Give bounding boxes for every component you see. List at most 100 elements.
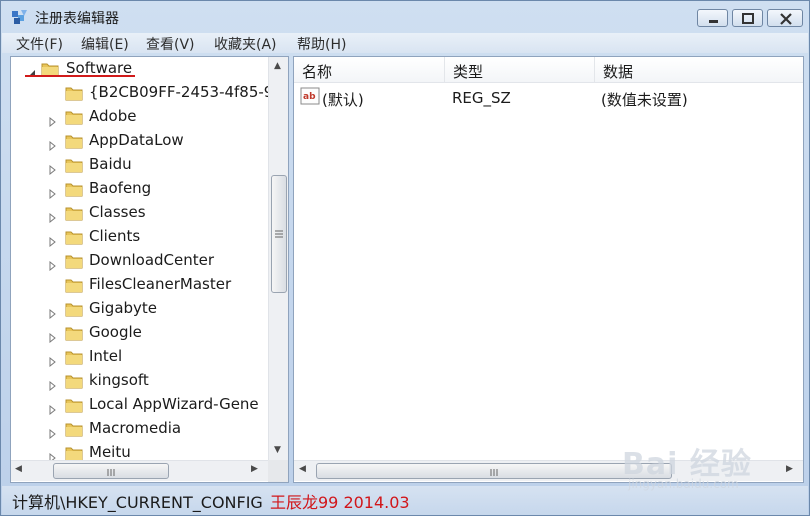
tree-vscroll-thumb[interactable] [271, 175, 287, 293]
tree-item[interactable]: AppDataLow [11, 129, 269, 153]
scroll-left-icon[interactable]: ◀ [15, 464, 22, 474]
menu-file[interactable]: 文件(F) [16, 34, 63, 54]
values-list-pane[interactable]: 名称 类型 数据 ab (默认) REG_SZ (数值未设置) ◀ ▶ [293, 56, 804, 483]
tree-item[interactable]: FilesCleanerMaster [11, 273, 269, 297]
folder-icon [65, 349, 83, 365]
key-tree-pane[interactable]: Software {B2CB09FF-2453-4f85-9 Adobe AppDat… [10, 56, 289, 483]
folder-icon [65, 85, 83, 101]
value-data: (数值未设置) [601, 91, 688, 109]
tree-vertical-scrollbar[interactable]: ▲ ▼ [268, 57, 288, 460]
collapsed-arrow-icon[interactable] [49, 184, 57, 200]
collapsed-arrow-icon[interactable] [49, 328, 57, 344]
tree-item-label: Adobe [89, 107, 137, 125]
scroll-right-icon[interactable]: ▶ [786, 464, 793, 474]
folder-icon [65, 373, 83, 389]
scroll-left-icon[interactable]: ◀ [299, 464, 306, 474]
tree-item-label: AppDataLow [89, 131, 184, 149]
tree-item[interactable]: Macromedia [11, 417, 269, 441]
regedit-window: 注册表编辑器 文件(F) 编辑(E) 查看(V) 收藏夹(A) 帮助(H) So… [0, 0, 810, 516]
collapsed-arrow-icon[interactable] [49, 232, 57, 248]
collapsed-arrow-icon[interactable] [49, 400, 57, 416]
folder-icon [65, 325, 83, 341]
tree-item-label: Meitu [89, 443, 131, 461]
red-underline [25, 75, 135, 77]
collapsed-arrow-icon[interactable] [49, 424, 57, 440]
tree-item[interactable]: Baidu [11, 153, 269, 177]
tree-item-label: Macromedia [89, 419, 182, 437]
folder-icon [65, 109, 83, 125]
tree-item-label: kingsoft [89, 371, 149, 389]
scroll-right-icon[interactable]: ▶ [251, 464, 258, 474]
svg-text:ab: ab [303, 92, 316, 102]
tree-item[interactable]: kingsoft [11, 369, 269, 393]
tree-item-label: Baidu [89, 155, 132, 173]
folder-icon [65, 205, 83, 221]
scroll-down-icon[interactable]: ▼ [274, 445, 281, 455]
author-signature: 王辰龙99 2014.03 [270, 493, 410, 512]
tree-item-label: Clients [89, 227, 141, 245]
tree-horizontal-scrollbar[interactable]: ◀ ▶ [11, 460, 268, 481]
folder-icon [65, 229, 83, 245]
value-name: (默认) [322, 91, 364, 109]
tree-item-label: Baofeng [89, 179, 152, 197]
folder-icon [65, 277, 83, 293]
tree-item[interactable]: Intel [11, 345, 269, 369]
scroll-up-icon[interactable]: ▲ [274, 61, 281, 71]
scrollbar-corner [268, 460, 288, 482]
collapsed-arrow-icon[interactable] [49, 112, 57, 128]
menu-help[interactable]: 帮助(H) [297, 34, 346, 54]
tree-item-label: Gigabyte [89, 299, 158, 317]
expanded-arrow-icon[interactable] [27, 64, 35, 77]
folder-icon [65, 133, 83, 149]
collapsed-arrow-icon[interactable] [49, 352, 57, 368]
window-title: 注册表编辑器 [35, 11, 119, 27]
tree-item-label: Local AppWizard-Gene [89, 395, 259, 413]
tree-item-label: Classes [89, 203, 146, 221]
string-value-icon: ab [300, 87, 320, 109]
status-path: 计算机\HKEY_CURRENT_CONFIG [12, 493, 263, 512]
collapsed-arrow-icon[interactable] [49, 304, 57, 320]
tree-item-software[interactable]: Software [11, 57, 269, 81]
folder-icon [65, 157, 83, 173]
column-header-data[interactable]: 数据 [595, 57, 803, 83]
folder-icon [65, 253, 83, 269]
tree-item-label: Google [89, 323, 142, 341]
column-header-name[interactable]: 名称 [294, 57, 445, 83]
maximize-button[interactable] [732, 9, 763, 27]
value-type: REG_SZ [452, 89, 511, 107]
tree-hscroll-thumb[interactable] [53, 463, 169, 479]
menu-bar: 文件(F) 编辑(E) 查看(V) 收藏夹(A) 帮助(H) [2, 33, 808, 53]
tree-item[interactable]: Gigabyte [11, 297, 269, 321]
collapsed-arrow-icon[interactable] [49, 448, 57, 464]
tree-item[interactable]: Baofeng [11, 177, 269, 201]
menu-view[interactable]: 查看(V) [146, 34, 195, 54]
folder-icon [65, 181, 83, 197]
tree-item[interactable]: DownloadCenter [11, 249, 269, 273]
tree-item-label: FilesCleanerMaster [89, 275, 232, 293]
collapsed-arrow-icon[interactable] [49, 160, 57, 176]
tree-item[interactable]: Classes [11, 201, 269, 225]
column-header-type[interactable]: 类型 [445, 57, 595, 83]
collapsed-arrow-icon[interactable] [49, 208, 57, 224]
menu-edit[interactable]: 编辑(E) [81, 34, 129, 54]
regedit-icon [11, 8, 29, 26]
tree-item-label: {B2CB09FF-2453-4f85-9 [89, 83, 274, 101]
tree-item[interactable]: {B2CB09FF-2453-4f85-9 [11, 81, 273, 105]
collapsed-arrow-icon[interactable] [49, 376, 57, 392]
collapsed-arrow-icon[interactable] [49, 136, 57, 152]
minimize-button[interactable] [697, 9, 728, 27]
watermark-subtext: jingyan.baidu.com [628, 477, 739, 491]
tree-item[interactable]: Local AppWizard-Gene [11, 393, 269, 417]
menu-favorites[interactable]: 收藏夹(A) [214, 34, 277, 54]
tree-item[interactable]: Google [11, 321, 269, 345]
folder-icon [65, 301, 83, 317]
close-button[interactable] [767, 9, 803, 27]
close-icon [780, 13, 792, 25]
tree-item[interactable]: Clients [11, 225, 269, 249]
folder-icon [65, 421, 83, 437]
tree-item-label: Intel [89, 347, 123, 365]
title-bar[interactable]: 注册表编辑器 [1, 1, 809, 33]
collapsed-arrow-icon[interactable] [49, 256, 57, 272]
tree-item[interactable]: Adobe [11, 105, 269, 129]
baidu-watermark: Bai 经验 jingyan.baidu.com [618, 433, 778, 493]
